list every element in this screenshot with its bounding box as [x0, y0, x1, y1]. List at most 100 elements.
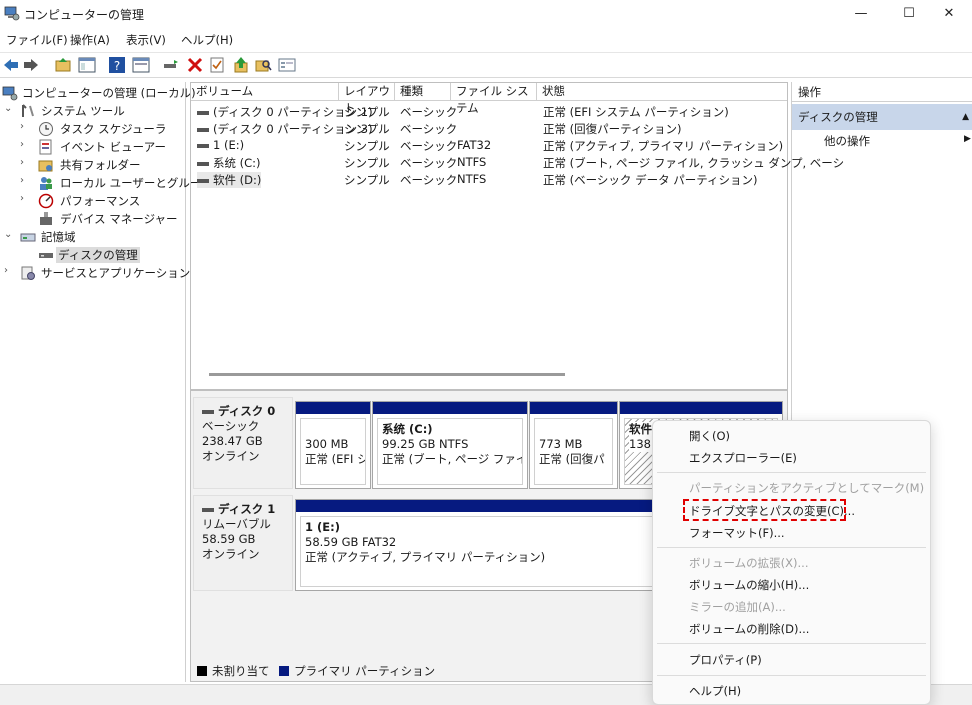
shared-folder-icon [38, 160, 53, 172]
partition-c[interactable]: 系统 (C:) 99.25 GB NTFS 正常 (ブート, ページ ファイル,… [372, 401, 528, 489]
cell-volume: 软件 (D:) [213, 173, 262, 187]
partition-size: 300 MB [305, 437, 349, 451]
tree-item-performance[interactable]: › パフォーマンス [20, 192, 186, 210]
menu-item-shrink[interactable]: ボリュームの縮小(H)... [689, 577, 809, 593]
horizontal-scrollbar[interactable] [209, 373, 565, 376]
tree-label: パフォーマンス [60, 194, 141, 208]
disk-size: 58.59 GB [202, 532, 256, 546]
more-actions-item[interactable]: 他の操作 [824, 133, 870, 149]
menu-separator [657, 643, 926, 644]
submenu-arrow-icon: ▶ [964, 134, 971, 144]
cell-layout: シンプル [344, 122, 390, 136]
menu-item-open[interactable]: 開く(O) [689, 428, 730, 444]
menu-file[interactable]: ファイル(F) [6, 32, 68, 48]
context-menu: 開く(O) エクスプローラー(E) パーティションをアクティブとしてマーク(M)… [652, 420, 931, 705]
menu-action[interactable]: 操作(A) [70, 32, 110, 48]
more-actions-label: 他の操作 [824, 134, 870, 148]
cell-volume: 系统 (C:) [213, 156, 261, 170]
volume-list: ボリューム レイアウト 種類 ファイル システム 状態 (ディスク 0 パーティ… [190, 82, 844, 390]
cell-type: ベーシック [400, 139, 458, 153]
tree-item-system-tools[interactable]: ⌄ システム ツール [4, 102, 184, 120]
toolbar: ? [0, 52, 972, 78]
cell-layout: シンプル [344, 139, 390, 153]
properties-sheet-icon[interactable] [278, 56, 296, 74]
close-button[interactable]: ✕ [926, 0, 972, 28]
tree-item-disk-management[interactable]: ディスクの管理 [38, 246, 186, 264]
chevron-right-icon[interactable]: › [20, 193, 32, 204]
chevron-right-icon[interactable]: › [20, 121, 32, 132]
menu-item-delete[interactable]: ボリュームの削除(D)... [689, 621, 809, 637]
disk-type: リムーバブル [202, 517, 271, 531]
tree-label: サービスとアプリケーション [41, 266, 191, 280]
show-hide-tree-icon[interactable] [78, 56, 96, 74]
tree-label: イベント ビューアー [60, 140, 167, 154]
table-row[interactable]: 系统 (C:) シンプル ベーシック NTFS 正常 (ブート, ページ ファイ… [191, 154, 844, 171]
clock-icon [39, 122, 53, 136]
table-row[interactable]: 1 (E:) シンプル ベーシック FAT32 正常 (アクティブ, プライマリ… [191, 137, 787, 154]
chevron-right-icon[interactable]: › [20, 175, 32, 186]
disk-0-info[interactable]: ディスク 0 ベーシック 238.47 GB オンライン [193, 397, 293, 489]
export-up-icon[interactable] [232, 56, 250, 74]
table-row[interactable]: (ディスク 0 パーティション 3) シンプル ベーシック 正常 (回復パーティ… [191, 120, 787, 137]
partition-recovery[interactable]: 773 MB 正常 (回復パ [529, 401, 618, 489]
minimize-button[interactable]: — [838, 0, 884, 28]
tree-item-task-scheduler[interactable]: › タスク スケジューラ [20, 120, 186, 138]
column-header-status[interactable]: 状態 [537, 83, 787, 101]
table-row[interactable]: 软件 (D:) シンプル ベーシック NTFS 正常 (ベーシック データ パー… [191, 171, 787, 188]
tree-item-shared-folders[interactable]: › 共有フォルダー [20, 156, 186, 174]
tree-item-device-manager[interactable]: デバイス マネージャー [38, 210, 186, 228]
column-header-filesystem[interactable]: ファイル システム [451, 83, 537, 115]
check-properties-icon[interactable] [208, 56, 226, 74]
tree-item-services-apps[interactable]: › サービスとアプリケーション [4, 264, 190, 282]
tree-item-event-viewer[interactable]: › イベント ビューアー [20, 138, 186, 156]
menu-item-help[interactable]: ヘルプ(H) [689, 683, 741, 699]
menu-view[interactable]: 表示(V) [126, 32, 166, 48]
console-view-icon[interactable] [132, 56, 150, 74]
cell-type: ベーシック [400, 156, 458, 170]
tree-item-local-users[interactable]: › ローカル ユーザーとグループ [20, 174, 212, 192]
chevron-down-icon[interactable]: ⌄ [4, 103, 16, 114]
chevron-right-icon[interactable]: › [4, 265, 16, 276]
tree-root[interactable]: コンピューターの管理 (ローカル) [2, 84, 196, 102]
help-icon[interactable]: ? [108, 56, 126, 74]
disk-name: ディスク 0 [218, 404, 276, 418]
tree-item-storage[interactable]: ⌄ 記憶域 [4, 228, 184, 246]
connect-drive-icon[interactable] [162, 56, 180, 74]
actions-section-disk-management[interactable]: ディスクの管理 ▲ [792, 104, 972, 130]
primary-partition-bar [530, 402, 617, 414]
cell-filesystem: NTFS [457, 172, 487, 186]
back-arrow-icon[interactable] [2, 56, 20, 74]
column-header-volume[interactable]: ボリューム [191, 83, 339, 101]
menu-item-format[interactable]: フォーマット(F)... [689, 525, 785, 541]
chevron-down-icon[interactable]: ⌄ [4, 229, 16, 240]
column-header-layout[interactable]: レイアウト [339, 83, 395, 115]
disk-management-icon [39, 253, 53, 258]
storage-icon [20, 233, 36, 242]
partition-status: 正常 (EFI シ [305, 452, 366, 466]
menu-item-explorer[interactable]: エクスプローラー(E) [689, 450, 797, 466]
search-folder-icon[interactable] [254, 56, 272, 74]
partition-size: 773 MB [539, 437, 583, 451]
disk-status: オンライン [202, 449, 260, 463]
legend: 未割り当て プライマリ パーティション [197, 663, 435, 679]
chevron-right-icon[interactable]: › [20, 139, 32, 150]
highlight-annotation [683, 499, 846, 521]
cell-layout: シンプル [344, 105, 390, 119]
tree-label: タスク スケジューラ [60, 122, 167, 136]
menu-help[interactable]: ヘルプ(H) [181, 32, 233, 48]
collapse-up-icon[interactable]: ▲ [962, 104, 969, 130]
delete-icon[interactable] [186, 56, 204, 74]
column-header-type[interactable]: 種類 [395, 83, 451, 101]
menu-separator [657, 675, 926, 676]
disk-1-info[interactable]: ディスク 1 リムーバブル 58.59 GB オンライン [193, 495, 293, 591]
tree-label: 記憶域 [41, 230, 76, 244]
chevron-right-icon[interactable]: › [20, 157, 32, 168]
forward-arrow-icon[interactable] [22, 56, 40, 74]
volume-icon [197, 161, 209, 166]
up-folder-icon[interactable] [54, 56, 72, 74]
partition-status: 正常 (ブート, ページ ファイル, ク [382, 452, 522, 466]
disk-icon [202, 507, 214, 512]
partition-efi[interactable]: 300 MB 正常 (EFI シ [295, 401, 371, 489]
menu-item-properties[interactable]: プロパティ(P) [689, 652, 762, 668]
table-row[interactable]: (ディスク 0 パーティション 1) シンプル ベーシック 正常 (EFI シス… [191, 103, 787, 120]
